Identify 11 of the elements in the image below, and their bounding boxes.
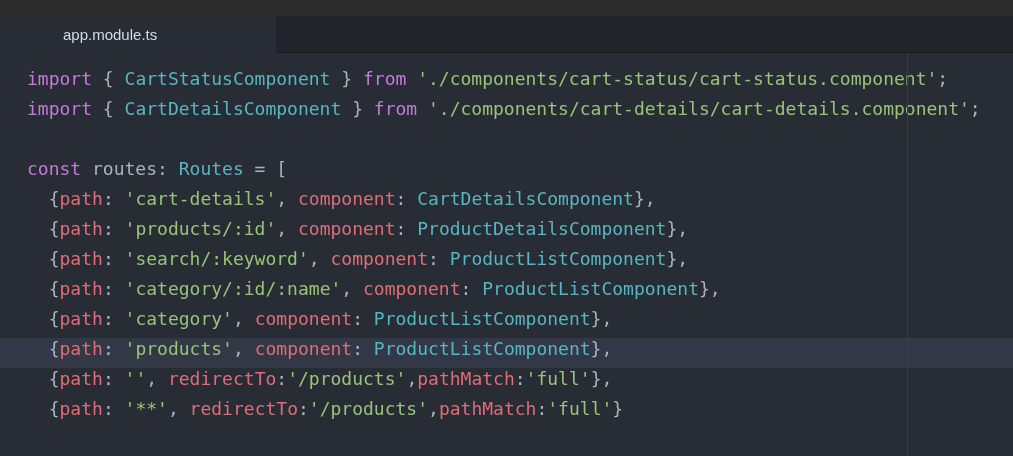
file-tab[interactable]: app.module.ts [0,16,276,53]
code-line: {path: 'search/:keyword', component: ProductListComponent}, [47,248,690,271]
code-line: {path: 'category', component: ProductListComponent}, [47,308,614,331]
code-line: import { CartStatusComponent } from './components/cart-status/cart-status.component'; [26,68,950,91]
code-line: {path: '**', redirectTo:'/products',pathMatch:'full'} [47,398,625,421]
code-line: {path: 'cart-details', component: CartDetailsComponent}, [47,188,657,211]
code-line: {path: 'category/:id/:name', component: ProductListComponent}, [47,278,722,301]
code-line: import { CartDetailsComponent } from './components/cart-details/cart-details.component'; [26,98,982,121]
code-line: const routes: Routes = [ [26,158,289,181]
code-line: {path: '', redirectTo:'/products',pathMatch:'full'}, [47,368,614,391]
code-line: {path: 'products/:id', component: ProductDetailsComponent}, [47,218,690,241]
